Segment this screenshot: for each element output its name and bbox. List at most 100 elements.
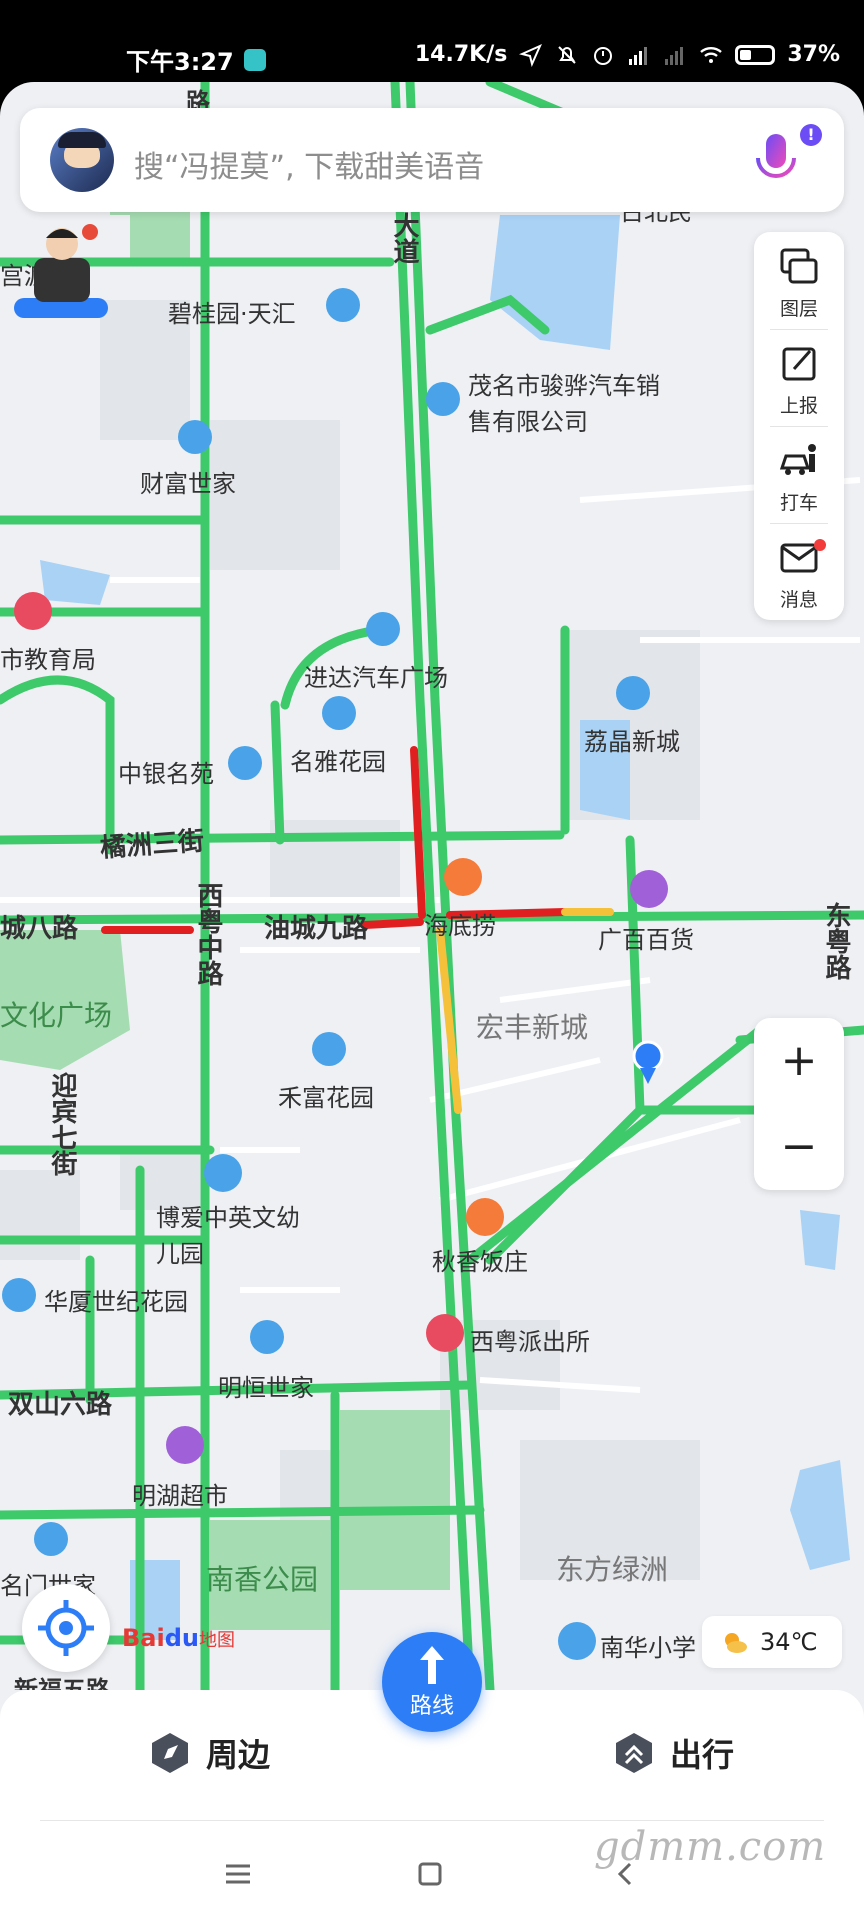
battery-level: 37% — [787, 42, 840, 67]
poi-label-huaxia[interactable]: 华厦世纪花园 — [44, 1282, 188, 1317]
poi-pin-hefu — [312, 1032, 346, 1066]
navigation-arrow-icon — [519, 43, 543, 67]
taxi-button[interactable]: 打车 — [754, 426, 844, 523]
menu-icon[interactable] — [218, 1854, 258, 1894]
voice-mic-icon[interactable] — [748, 130, 804, 192]
message-button[interactable]: 消息 — [754, 523, 844, 620]
current-location-marker[interactable] — [632, 1040, 664, 1086]
route-button[interactable]: 路线 — [382, 1632, 482, 1732]
taxi-label: 打车 — [779, 492, 818, 514]
area-label-dongfang-lvzhou: 东方绿洲 — [556, 1553, 669, 1586]
nearby-label: 周边 — [206, 1736, 271, 1774]
poi-pin-boai — [204, 1154, 242, 1192]
alarm-icon — [594, 46, 613, 65]
message-unread-dot — [814, 539, 826, 551]
poi-label-boai[interactable]: 博爱中英文幼儿园 — [156, 1200, 306, 1272]
status-left: 下午3:27 — [126, 42, 266, 77]
signal-hd-icon — [629, 46, 648, 65]
poi-pin-qiuxiang — [466, 1198, 504, 1236]
zoom-out-button[interactable]: − — [754, 1104, 844, 1190]
poi-label-mingya[interactable]: 名雅花园 — [290, 742, 386, 777]
route-arrow-icon — [420, 1646, 444, 1684]
poi-pin-jinda — [366, 612, 400, 646]
message-label: 消息 — [779, 589, 818, 611]
watermark: gdmm.com — [594, 1824, 827, 1870]
area-label-culture-square: 文化广场 — [0, 999, 113, 1032]
road-label-dongyue: 东粤路 — [821, 902, 851, 980]
poi-pin-car-dealer — [426, 382, 460, 416]
status-time: 下午3:27 — [126, 48, 234, 76]
poi-label-jinda[interactable]: 进达汽车广场 — [304, 658, 448, 693]
battery-icon — [735, 44, 776, 65]
search-bar[interactable]: 搜“冯提莫”, 下载甜美语音 ! — [20, 108, 844, 212]
poi-pin-guangbai — [630, 870, 668, 908]
poi-pin-mingmen — [34, 1522, 68, 1556]
poi-pin-xiyue-police — [426, 1314, 464, 1352]
network-speed: 14.7K/s — [414, 42, 508, 67]
poi-label-qiuxiang[interactable]: 秋香饭庄 — [432, 1242, 528, 1277]
weather-temperature: 34℃ — [760, 1628, 818, 1656]
voice-pack-thumbnail[interactable] — [14, 218, 108, 318]
poi-pin-caifu — [178, 420, 212, 454]
road-label-cheng-8: 城八路 — [0, 914, 79, 944]
wifi-icon — [700, 46, 723, 63]
baidu-map-logo: Baidu地图 — [122, 1624, 235, 1652]
report-label: 上报 — [779, 395, 818, 417]
layers-label: 图层 — [779, 298, 818, 320]
zoom-in-button[interactable]: + — [754, 1018, 844, 1104]
signal-empty-icon — [665, 46, 684, 65]
poi-label-caifu[interactable]: 财富世家 — [140, 464, 236, 499]
road-label-yingbin-7: 迎宾七街 — [47, 1072, 77, 1176]
location-share-icon — [243, 48, 266, 71]
poi-pin-minghu — [166, 1426, 204, 1464]
poi-pin-education-bureau — [14, 592, 52, 630]
route-label: 路线 — [409, 1694, 454, 1719]
layers-button[interactable]: 图层 — [754, 232, 844, 329]
area-label-hongfeng: 宏丰新城 — [476, 1011, 589, 1044]
poi-label-bigui[interactable]: 碧桂园·天汇 — [168, 294, 296, 329]
mic-badge: ! — [800, 124, 822, 146]
poi-label-car-dealer[interactable]: 茂名市骏骅汽车销售有限公司 — [468, 368, 678, 440]
poi-pin-mingheng — [250, 1320, 284, 1354]
search-placeholder[interactable]: 搜“冯提莫”, 下载甜美语音 — [134, 142, 484, 186]
travel-icon — [616, 1733, 652, 1773]
poi-label-hefu[interactable]: 禾富花园 — [278, 1078, 374, 1113]
poi-pin-huaxia — [2, 1278, 36, 1312]
sun-cloud-icon — [725, 1633, 747, 1653]
home-icon[interactable] — [410, 1854, 450, 1894]
poi-label-mingheng[interactable]: 明恒世家 — [218, 1368, 314, 1403]
user-avatar[interactable] — [50, 128, 114, 192]
road-label-juzhou-3: 橘洲三街 — [99, 826, 206, 864]
report-icon — [782, 347, 816, 381]
poi-label-guangbai[interactable]: 广百百货 — [598, 920, 694, 955]
poi-pin-mingya — [322, 696, 356, 730]
compass-icon — [152, 1733, 188, 1773]
nearby-button[interactable]: 周边 — [148, 1730, 270, 1776]
travel-button[interactable]: 出行 — [612, 1730, 734, 1776]
poi-label-nanhua[interactable]: 南华小学 — [600, 1628, 696, 1663]
travel-label: 出行 — [670, 1736, 735, 1774]
layers-icon — [780, 248, 818, 284]
poi-pin-lijing — [616, 676, 650, 710]
poi-label-minghu[interactable]: 明湖超市 — [132, 1476, 228, 1511]
map-toolbar: 图层 上报 打车 消息 — [754, 232, 844, 620]
weather-chip[interactable]: 34℃ — [702, 1616, 842, 1668]
road-label-xiyue-zhong: 西粤中路 — [193, 882, 223, 986]
poi-label-xiyue-police[interactable]: 西粤派出所 — [470, 1322, 590, 1357]
road-label-shuangshan-6: 双山六路 — [8, 1390, 113, 1420]
poi-label-lijing[interactable]: 荔晶新城 — [584, 722, 680, 757]
taxi-icon — [779, 444, 816, 475]
poi-pin-haidilao — [444, 858, 482, 896]
crosshair-icon — [38, 1600, 94, 1656]
poi-label-haidilao[interactable]: 海底捞 — [424, 906, 496, 941]
poi-pin-nanhua — [558, 1622, 596, 1660]
mute-icon — [558, 45, 577, 64]
nav-divider — [40, 1820, 824, 1821]
road-label-avenue: 大道 — [389, 212, 419, 264]
poi-pin-bigui — [326, 288, 360, 322]
map-canvas[interactable]: 路 大道 橘洲三街 油城九路 城八路 西粤中路 东粤路 迎宾七街 双山六路 新福… — [0, 82, 864, 1690]
locate-me-button[interactable] — [22, 1584, 110, 1672]
poi-label-education-bureau[interactable]: 市教育局 — [0, 640, 96, 675]
report-button[interactable]: 上报 — [754, 329, 844, 426]
poi-label-zhongyin[interactable]: 中银名苑 — [118, 754, 214, 789]
